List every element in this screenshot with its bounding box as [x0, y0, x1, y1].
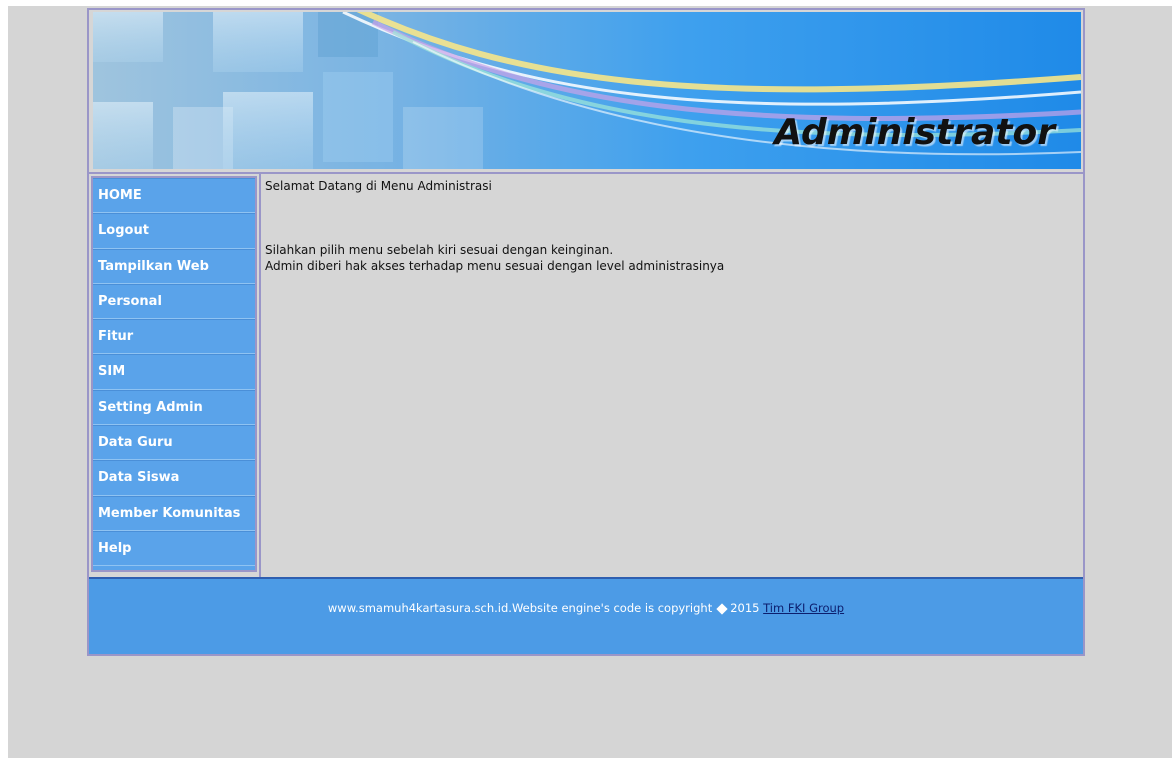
sidebar-item-logout[interactable]: Logout: [93, 213, 255, 249]
footer-copyright-text: www.smamuh4kartasura.sch.id.Website engi…: [327, 601, 713, 615]
footer-year: 2015: [730, 601, 760, 615]
main-content: Selamat Datang di Menu Administrasi Sila…: [265, 178, 1075, 274]
admin-frame: Administrator HOME Logout Tampilkan Web …: [87, 8, 1085, 656]
sidebar-item-help[interactable]: Help: [93, 530, 255, 567]
sidebar-item-fitur[interactable]: Fitur: [93, 319, 255, 355]
sidebar-item-home[interactable]: HOME: [93, 178, 255, 214]
sidebar-item-personal[interactable]: Personal: [93, 283, 255, 320]
instructions-text: Silahkan pilih menu sebelah kiri sesuai …: [265, 242, 1075, 274]
sidebar-item-member-komunitas[interactable]: Member Komunitas: [93, 495, 255, 531]
sidebar-divider: [259, 174, 261, 578]
sidebar-item-data-siswa[interactable]: Data Siswa: [93, 460, 255, 496]
welcome-heading: Selamat Datang di Menu Administrasi: [265, 179, 492, 193]
banner-title: Administrator: [774, 112, 1055, 153]
sidebar-item-tampilkan-web[interactable]: Tampilkan Web: [93, 248, 255, 284]
sidebar-item-sim[interactable]: SIM: [93, 354, 255, 390]
sidebar-item-data-guru[interactable]: Data Guru: [93, 425, 255, 461]
sidebar-item-setting-admin[interactable]: Setting Admin: [93, 389, 255, 426]
banner-divider: [89, 172, 1083, 174]
footer-credit-link[interactable]: Tim FKI Group: [763, 601, 844, 615]
header-banner: Administrator: [93, 12, 1081, 169]
page-footer: www.smamuh4kartasura.sch.id.Website engi…: [89, 577, 1083, 654]
instruction-line-1: Silahkan pilih menu sebelah kiri sesuai …: [265, 243, 614, 257]
copyright-diamond-icon: [716, 602, 728, 615]
instruction-line-2: Admin diberi hak akses terhadap menu ses…: [265, 259, 725, 273]
sidebar-menu: HOME Logout Tampilkan Web Personal Fitur…: [91, 176, 257, 572]
